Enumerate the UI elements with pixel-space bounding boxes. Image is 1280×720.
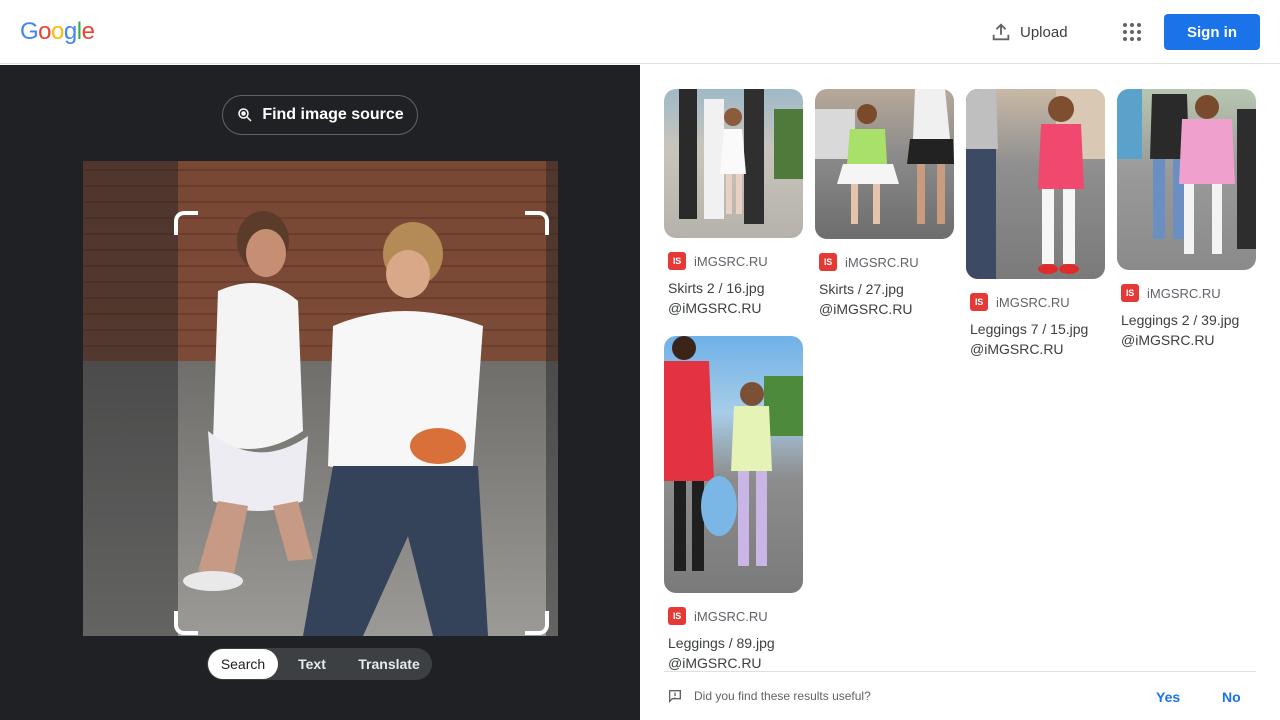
logo-letter: o [51,18,64,45]
upload-label: Upload [1020,23,1068,41]
result-card[interactable]: IS iMGSRC.RU Skirts 2 / 16.jpg @iMGSRC.R… [664,89,803,318]
crop-handle-top-left[interactable] [174,211,198,235]
crop-handle-bottom-right[interactable] [525,611,549,635]
result-source: iMGSRC.RU [1147,285,1221,301]
upload-button[interactable]: Upload [990,18,1068,46]
result-title[interactable]: Leggings 2 / 39.jpg @iMGSRC.RU [1121,310,1256,350]
person-right-figure [303,222,488,636]
apps-grid-button[interactable] [1120,20,1144,44]
result-title[interactable]: Leggings / 89.jpg @iMGSRC.RU [668,633,803,673]
result-title[interactable]: Skirts / 27.jpg @iMGSRC.RU [819,279,954,319]
query-image-pane: Find image source Search Text Translate [0,65,640,720]
result-thumbnail[interactable] [664,336,803,593]
logo-letter: G [20,18,39,45]
logo-letter: e [81,18,95,45]
logo-letter: o [38,18,52,45]
feedback-icon [669,690,681,703]
lens-search-icon [238,108,252,122]
apps-grid-icon [1123,23,1141,41]
feedback-question: Did you find these results useful? [694,689,871,703]
mode-search-tab[interactable]: Search [208,649,278,679]
mode-text-tab[interactable]: Text [278,649,346,679]
source-favicon: IS [819,253,837,271]
find-image-source-button[interactable]: Find image source [222,95,418,135]
result-source: iMGSRC.RU [996,294,1070,310]
source-favicon: IS [668,607,686,625]
google-logo[interactable]: Google [20,18,95,46]
feedback-no-button[interactable]: No [1222,689,1241,705]
result-source: iMGSRC.RU [694,608,768,624]
crop-handle-bottom-left[interactable] [174,611,198,635]
result-thumbnail[interactable] [1117,89,1256,270]
result-thumbnail[interactable] [966,89,1105,279]
result-title[interactable]: Leggings 7 / 15.jpg @iMGSRC.RU [970,319,1105,359]
result-thumbnail[interactable] [815,89,954,239]
result-title[interactable]: Skirts 2 / 16.jpg @iMGSRC.RU [668,278,803,318]
result-card[interactable]: IS iMGSRC.RU Leggings 2 / 39.jpg @iMGSRC… [1117,89,1256,350]
upload-icon [992,23,1010,41]
logo-letter: g [63,18,77,45]
query-image[interactable] [83,161,558,636]
feedback-yes-button[interactable]: Yes [1156,689,1180,705]
source-favicon: IS [1121,284,1139,302]
crop-handle-top-right[interactable] [525,211,549,235]
top-bar: Google Upload Sign in [0,0,1280,64]
result-source: iMGSRC.RU [694,253,768,269]
source-favicon: IS [970,293,988,311]
mode-translate-tab[interactable]: Translate [346,649,432,679]
sign-in-button[interactable]: Sign in [1164,14,1260,50]
visual-matches: IS iMGSRC.RU Skirts 2 / 16.jpg @iMGSRC.R… [640,65,1280,720]
mode-toggle: Search Text Translate [207,648,432,680]
feedback-bar: Did you find these results useful? Yes N… [664,671,1256,720]
result-card[interactable]: IS iMGSRC.RU Leggings / 89.jpg @iMGSRC.R… [664,336,803,673]
result-card[interactable]: IS iMGSRC.RU Leggings 7 / 15.jpg @iMGSRC… [966,89,1105,359]
result-card[interactable]: IS iMGSRC.RU Skirts / 27.jpg @iMGSRC.RU [815,89,954,319]
find-image-source-label: Find image source [262,106,404,123]
result-thumbnail[interactable] [664,89,803,238]
result-source: iMGSRC.RU [845,254,919,270]
source-favicon: IS [668,252,686,270]
